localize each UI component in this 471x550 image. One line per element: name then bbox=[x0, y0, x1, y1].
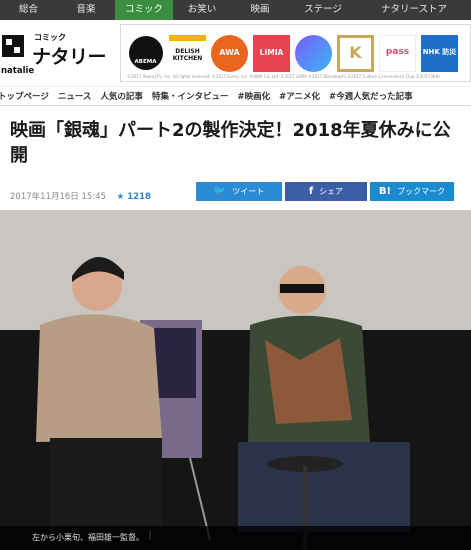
nhk-bousai-logo-icon[interactable]: NHK 防災 bbox=[421, 34, 458, 72]
hatena-bookmark-button[interactable]: B! ブックマーク bbox=[370, 182, 454, 201]
share-label: シェア bbox=[319, 187, 344, 196]
tweet-button[interactable]: 🐦 ツイート bbox=[196, 182, 282, 201]
abema-logo-icon[interactable]: ABEMA bbox=[127, 34, 164, 72]
nav-tab-owarai[interactable]: お笑い bbox=[173, 0, 231, 20]
person-left-sweater bbox=[36, 314, 162, 442]
secondary-nav: トップページ ニュース 人気の記事 特集・インタビュー #映画化 #アニメ化 #… bbox=[0, 86, 471, 106]
site-logo[interactable]: コミック ナタリー natalie bbox=[0, 30, 116, 82]
banner-fine-print: ©2017 AbemaTV, Inc. All rights reserved.… bbox=[127, 74, 440, 79]
facebook-share-button[interactable]: f シェア bbox=[285, 182, 367, 201]
delish-kitchen-logo-icon[interactable]: DELISH KITCHEN bbox=[169, 34, 206, 72]
secnav-tag-anime[interactable]: #アニメ化 bbox=[279, 90, 320, 102]
secnav-features[interactable]: 特集・インタビュー bbox=[152, 90, 229, 102]
hatena-b-icon: B! bbox=[378, 186, 392, 197]
nav-tab-comic[interactable]: コミック bbox=[115, 0, 173, 20]
awa-logo-icon[interactable]: AWA bbox=[211, 34, 248, 72]
secnav-popular[interactable]: 人気の記事 bbox=[100, 90, 143, 102]
category-nav: 総合 音楽 コミック お笑い 映画 ステージ ナタリーストア bbox=[0, 0, 471, 20]
nav-tab-stage[interactable]: ステージ bbox=[289, 0, 357, 20]
nav-tab-eiga[interactable]: 映画 bbox=[231, 0, 289, 20]
partner-banner[interactable]: ABEMA DELISH KITCHEN AWA LIMIA K pass NH… bbox=[120, 24, 471, 82]
back-wall bbox=[0, 210, 471, 330]
bookmark-label: ブックマーク bbox=[397, 187, 446, 196]
favorite-count[interactable]: ★ 1218 bbox=[117, 192, 151, 202]
nav-tab-general[interactable]: 総合 bbox=[0, 0, 57, 20]
article-date: 2017年11月16日 15:45 bbox=[10, 192, 106, 202]
event-photo-illustration bbox=[0, 210, 471, 550]
logo-mark-icon bbox=[2, 35, 24, 57]
nav-tab-store[interactable]: ナタリーストア bbox=[357, 0, 471, 20]
secnav-tag-film[interactable]: #映画化 bbox=[237, 90, 270, 102]
facebook-f-icon: f bbox=[308, 186, 314, 197]
site-header: コミック ナタリー natalie ABEMA DELISH KITCHEN A… bbox=[0, 20, 471, 86]
secnav-news[interactable]: ニュース bbox=[58, 90, 92, 102]
person-left-pants bbox=[50, 438, 162, 530]
logo-name: ナタリー bbox=[32, 46, 107, 68]
article-photo: 左から小栗旬、福田雄一監督。 bbox=[0, 210, 471, 550]
twitter-bird-icon: 🐦 bbox=[213, 186, 227, 197]
article-title: 映画「銀魂」パート2の製作決定！2018年夏休みに公開 bbox=[10, 120, 451, 166]
secnav-top[interactable]: トップページ bbox=[0, 90, 49, 102]
person-right-jeans bbox=[238, 442, 410, 532]
photo-caption: 左から小栗旬、福田雄一監督。 bbox=[0, 526, 471, 550]
logo-roman: natalie bbox=[1, 66, 35, 76]
article-header: 映画「銀魂」パート2の製作決定！2018年夏休みに公開 2017年11月16日 … bbox=[0, 112, 471, 212]
k-logo-icon[interactable]: K bbox=[337, 34, 374, 72]
article-meta: 2017年11月16日 15:45 ★ 1218 bbox=[10, 190, 151, 202]
person-right-glasses bbox=[280, 284, 324, 293]
tweet-label: ツイート bbox=[232, 187, 265, 196]
limia-logo-icon[interactable]: LIMIA bbox=[253, 34, 290, 72]
secnav-tag-weekly[interactable]: #今週人気だった記事 bbox=[329, 90, 413, 102]
star-count: 1218 bbox=[127, 192, 151, 202]
nav-tab-music[interactable]: 音楽 bbox=[57, 0, 115, 20]
pass-logo-icon[interactable]: pass bbox=[379, 34, 416, 72]
gradient-circle-logo-icon[interactable] bbox=[295, 34, 332, 72]
